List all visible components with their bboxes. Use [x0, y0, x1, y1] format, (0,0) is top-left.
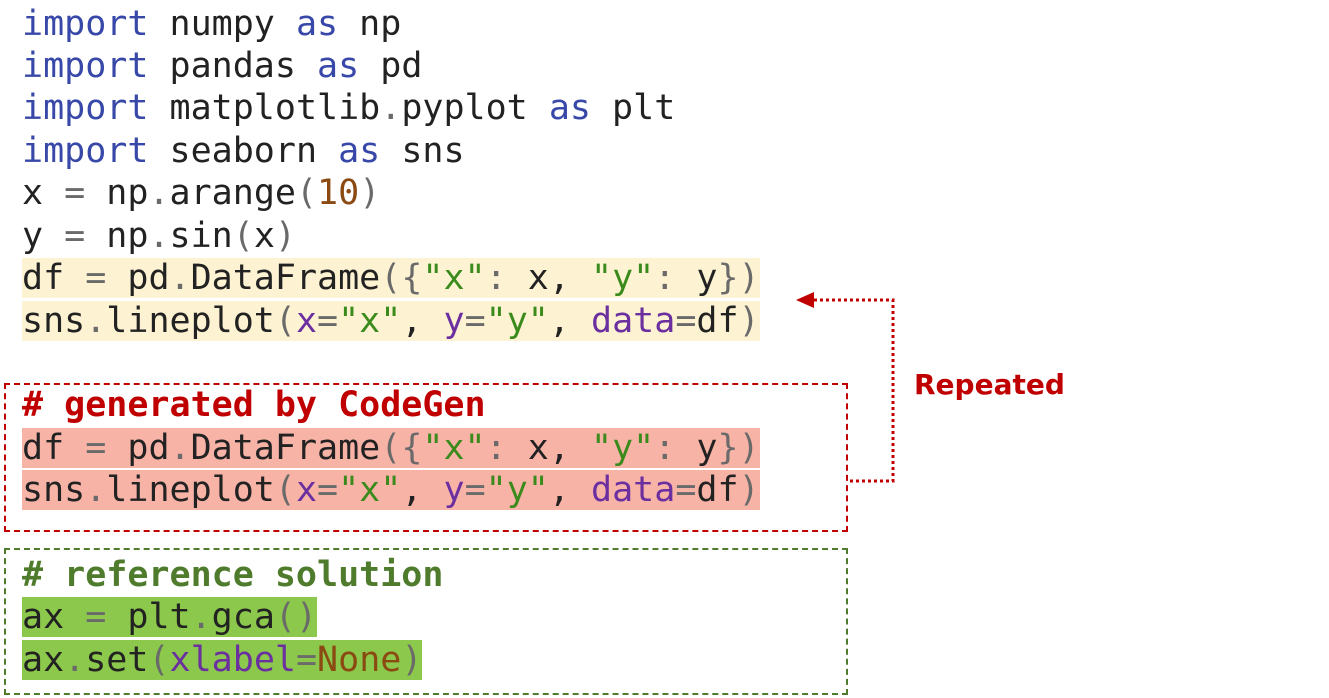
repeated-arrow-line	[812, 298, 895, 483]
repeated-arrow	[796, 292, 895, 483]
repeated-label: Repeated	[914, 368, 1065, 401]
repeated-arrow-head	[796, 292, 814, 308]
